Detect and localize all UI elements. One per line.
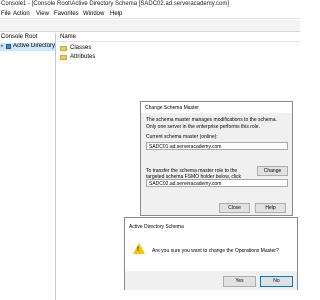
folder-icon	[60, 55, 67, 60]
confirm-dialog-footer: Yes No	[125, 271, 297, 290]
close-button-label: Close	[228, 205, 241, 211]
confirm-message: Are you sure you want to change the Oper…	[152, 248, 279, 254]
menu-bar: File Action View Favorites Window Help	[0, 10, 300, 19]
yes-button[interactable]: Yes	[223, 276, 256, 287]
folder-icon	[60, 46, 67, 51]
no-button-label: No	[273, 278, 280, 284]
yes-button-label: Yes	[235, 278, 244, 284]
chevron-right-icon[interactable]: ▸	[1, 43, 4, 49]
change-button-label: Change	[263, 168, 282, 174]
change-button[interactable]: Change	[257, 166, 288, 176]
window-titlebar: Console1 - [Console Root\Active Director…	[0, 0, 300, 9]
tree-node-label: Active Directory Schema [SADC02.ad.serve…	[13, 43, 55, 49]
tree-root[interactable]: Console Root	[1, 34, 37, 40]
current-master-field[interactable]: SADC01.ad.serveracademy.com	[146, 142, 288, 150]
confirm-dialog-title: Active Directory Schema	[129, 224, 184, 230]
no-button[interactable]: No	[260, 276, 293, 287]
list-item-label: Classes	[70, 45, 92, 51]
toolbar	[0, 20, 300, 32]
current-master-label: Current schema master (online):	[146, 134, 218, 140]
warning-icon-mark: !	[137, 247, 139, 253]
menu-file[interactable]: File	[1, 11, 11, 17]
tree-pane: Console Root ▸ Active Directory Schema […	[0, 33, 56, 300]
confirm-dialog-body: ! Are you sure you want to change the Op…	[125, 233, 297, 271]
warning-icon	[133, 243, 145, 254]
target-master-field[interactable]: SADC02.ad.serveracademy.com	[146, 179, 288, 187]
help-button[interactable]: Help	[255, 203, 286, 213]
menu-window[interactable]: Window	[83, 11, 104, 17]
list-item-label: Attributes	[70, 54, 96, 60]
column-header-label: Name	[60, 34, 77, 40]
current-master-value: SADC01.ad.serveracademy.com	[149, 144, 222, 150]
menu-favorites[interactable]: Favorites	[54, 11, 79, 17]
dialog-description: The schema master manages modifications …	[146, 117, 277, 130]
dialog-title: Change Schema Master	[145, 105, 199, 111]
window-title: Console1 - [Console Root\Active Director…	[1, 1, 229, 7]
help-button-label: Help	[265, 205, 276, 211]
dialog-titlebar: Change Schema Master	[141, 102, 292, 113]
tree-node-ad-schema[interactable]: ▸ Active Directory Schema [SADC02.ad.ser…	[0, 43, 55, 51]
schema-icon	[6, 44, 11, 49]
confirm-dialog: Active Directory Schema ! Are you sure y…	[124, 217, 298, 290]
menu-action[interactable]: Action	[13, 11, 30, 17]
close-button[interactable]: Close	[219, 203, 250, 213]
menu-help[interactable]: Help	[110, 11, 122, 17]
column-header-name[interactable]: Name	[57, 33, 300, 42]
menu-view[interactable]: View	[36, 11, 49, 17]
change-schema-master-dialog: Change Schema Master The schema master m…	[140, 101, 293, 216]
target-master-value: SADC02.ad.serveracademy.com	[149, 181, 222, 187]
